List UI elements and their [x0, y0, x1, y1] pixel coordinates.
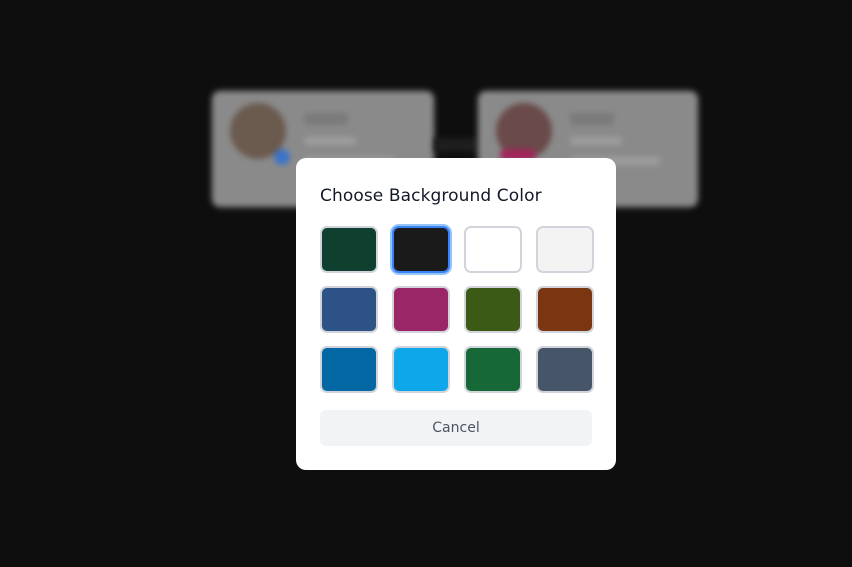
- background-text-placeholder: [570, 137, 622, 145]
- background-name-placeholder: [570, 113, 614, 125]
- choose-background-color-dialog: Choose Background Color Cancel: [296, 158, 616, 470]
- color-swatch-navy-blue[interactable]: [320, 286, 378, 333]
- cancel-button[interactable]: Cancel: [320, 410, 592, 446]
- background-connector: [434, 138, 478, 152]
- color-swatch-sky-blue[interactable]: [392, 346, 450, 393]
- dialog-title: Choose Background Color: [320, 186, 542, 206]
- color-swatch-ocean-blue[interactable]: [320, 346, 378, 393]
- color-swatch-forest-green[interactable]: [464, 346, 522, 393]
- color-swatch-white[interactable]: [464, 226, 522, 273]
- color-swatch-magenta[interactable]: [392, 286, 450, 333]
- color-swatch-olive-green[interactable]: [464, 286, 522, 333]
- background-badge-left: [274, 149, 290, 165]
- color-swatch-slate-gray[interactable]: [536, 346, 594, 393]
- background-text-placeholder: [304, 137, 356, 145]
- color-swatch-light-gray[interactable]: [536, 226, 594, 273]
- app-stage: Choose Background Color Cancel: [0, 0, 852, 567]
- color-swatch-grid: [320, 226, 594, 393]
- color-swatch-dark-green[interactable]: [320, 226, 378, 273]
- color-swatch-rust-brown[interactable]: [536, 286, 594, 333]
- color-swatch-black[interactable]: [392, 226, 450, 273]
- background-name-placeholder: [304, 113, 348, 125]
